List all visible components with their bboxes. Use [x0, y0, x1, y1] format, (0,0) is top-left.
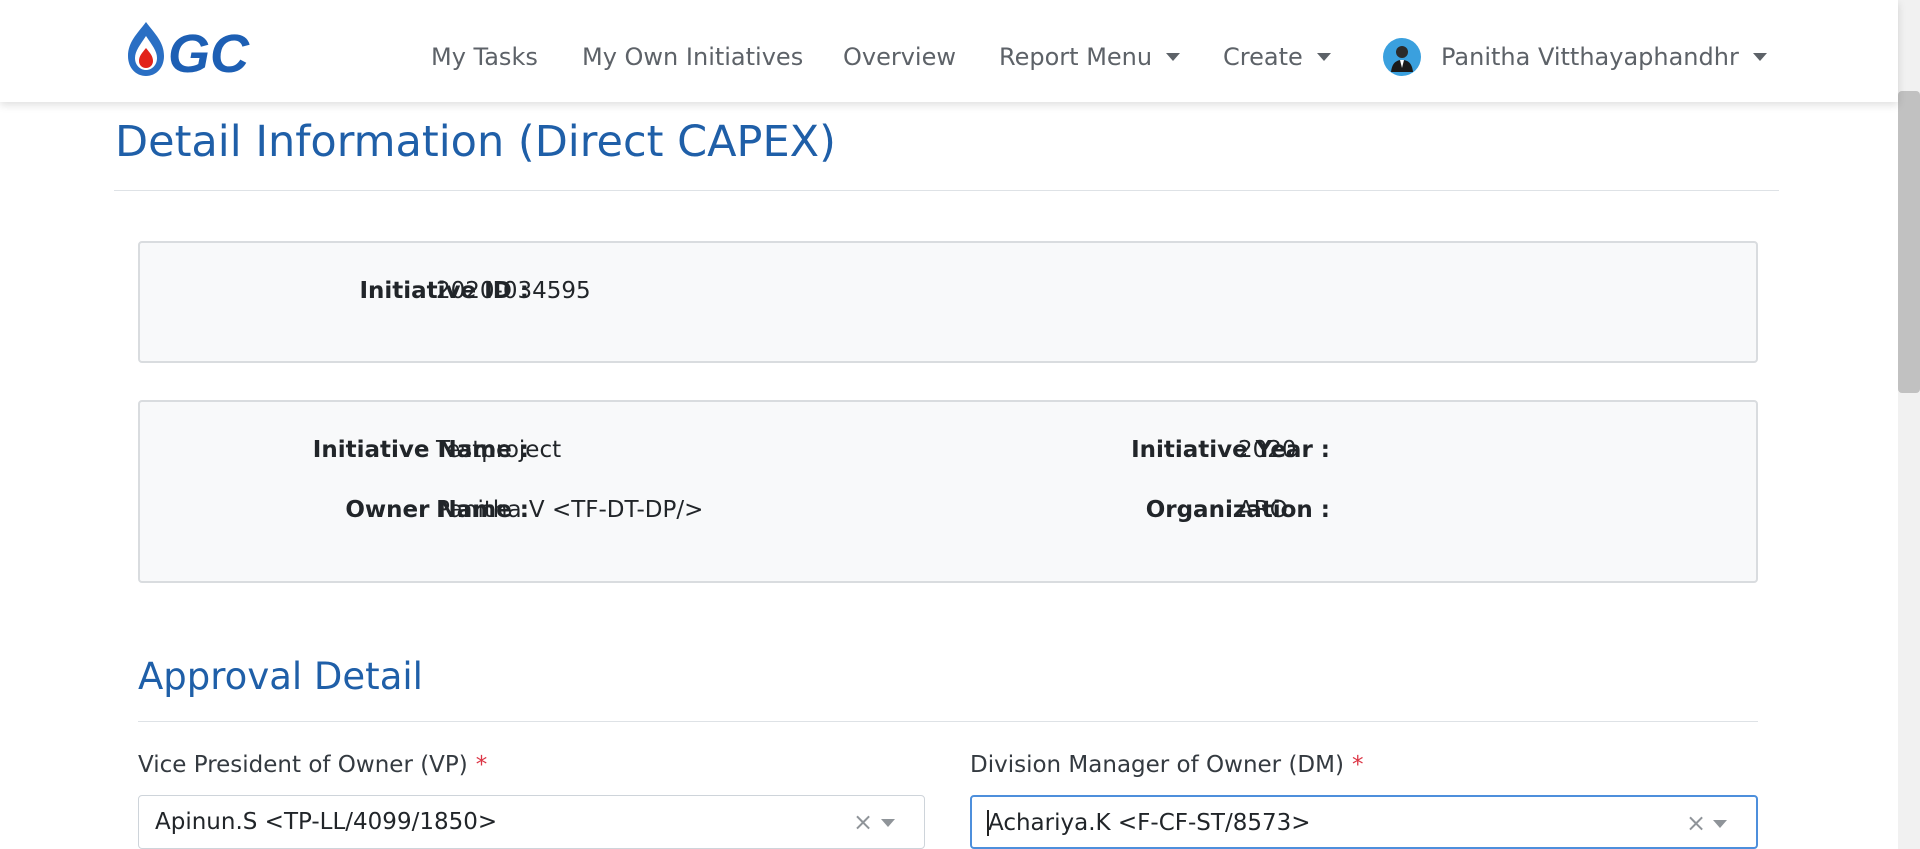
vp-select-value: Apinun.S <TP-LL/4099/1850> — [155, 809, 498, 835]
initiative-info-panel: Initiative Name : Testproject Initiative… — [138, 400, 1758, 583]
nav-report-menu[interactable]: Report Menu — [999, 0, 1181, 114]
required-marker: * — [1351, 752, 1364, 778]
approval-detail-heading: Approval Detail — [138, 655, 423, 698]
scrollbar-thumb[interactable] — [1898, 91, 1920, 393]
nav-overview[interactable]: Overview — [843, 0, 956, 114]
initiative-name-value: Testproject — [436, 437, 562, 463]
chevron-down-icon — [1166, 52, 1181, 61]
initiative-id-value: 2020-034595 — [436, 278, 591, 304]
divider — [114, 190, 1779, 191]
nav-my-tasks[interactable]: My Tasks — [431, 0, 538, 114]
user-name-label: Panitha Vitthayaphandhr — [1441, 43, 1739, 71]
vp-select[interactable]: Apinun.S <TP-LL/4099/1850> × — [138, 795, 925, 849]
initiative-year-value: 2020 — [1238, 437, 1297, 463]
chevron-down-icon — [1316, 52, 1331, 61]
clear-icon[interactable]: × — [1686, 797, 1706, 849]
owner-name-value: Panitha.V <TF-DT-DP/> — [436, 497, 704, 523]
initiative-year-label: Initiative Year : — [1131, 437, 1330, 463]
nav-create[interactable]: Create — [1223, 0, 1331, 114]
page: GC My Tasks My Own Initiatives Overview … — [0, 0, 1920, 849]
chevron-down-icon — [1752, 52, 1767, 61]
nav-create-label: Create — [1223, 43, 1303, 71]
svg-text:GC: GC — [168, 24, 250, 80]
divider — [138, 721, 1758, 722]
page-title: Detail Information (Direct CAPEX) — [115, 117, 836, 167]
nav-report-menu-label: Report Menu — [999, 43, 1153, 71]
gc-logo[interactable]: GC — [124, 20, 292, 84]
dm-label-text: Division Manager of Owner (DM) — [970, 752, 1344, 778]
dm-select-value: Achariya.K <F-CF-ST/8573> — [988, 810, 1311, 836]
top-navbar: GC My Tasks My Own Initiatives Overview … — [0, 0, 1898, 102]
user-name: Panitha Vitthayaphandhr — [1441, 38, 1767, 76]
gc-logo-graphic: GC — [128, 22, 250, 84]
vp-field-label: Vice President of Owner (VP) * — [138, 748, 487, 782]
nav-my-own-initiatives[interactable]: My Own Initiatives — [582, 0, 803, 114]
vp-label-text: Vice President of Owner (VP) — [138, 752, 468, 778]
dm-select[interactable]: Achariya.K <F-CF-ST/8573> × — [970, 795, 1758, 849]
chevron-down-icon[interactable] — [1713, 820, 1727, 828]
clear-icon[interactable]: × — [853, 796, 873, 848]
required-marker: * — [475, 752, 488, 778]
chevron-down-icon[interactable] — [881, 819, 895, 827]
user-avatar-icon — [1383, 38, 1421, 76]
organization-value: ARO — [1238, 497, 1288, 523]
dm-field-label: Division Manager of Owner (DM) * — [970, 748, 1363, 782]
initiative-id-panel: Initiative ID : 2020-034595 — [138, 241, 1758, 363]
